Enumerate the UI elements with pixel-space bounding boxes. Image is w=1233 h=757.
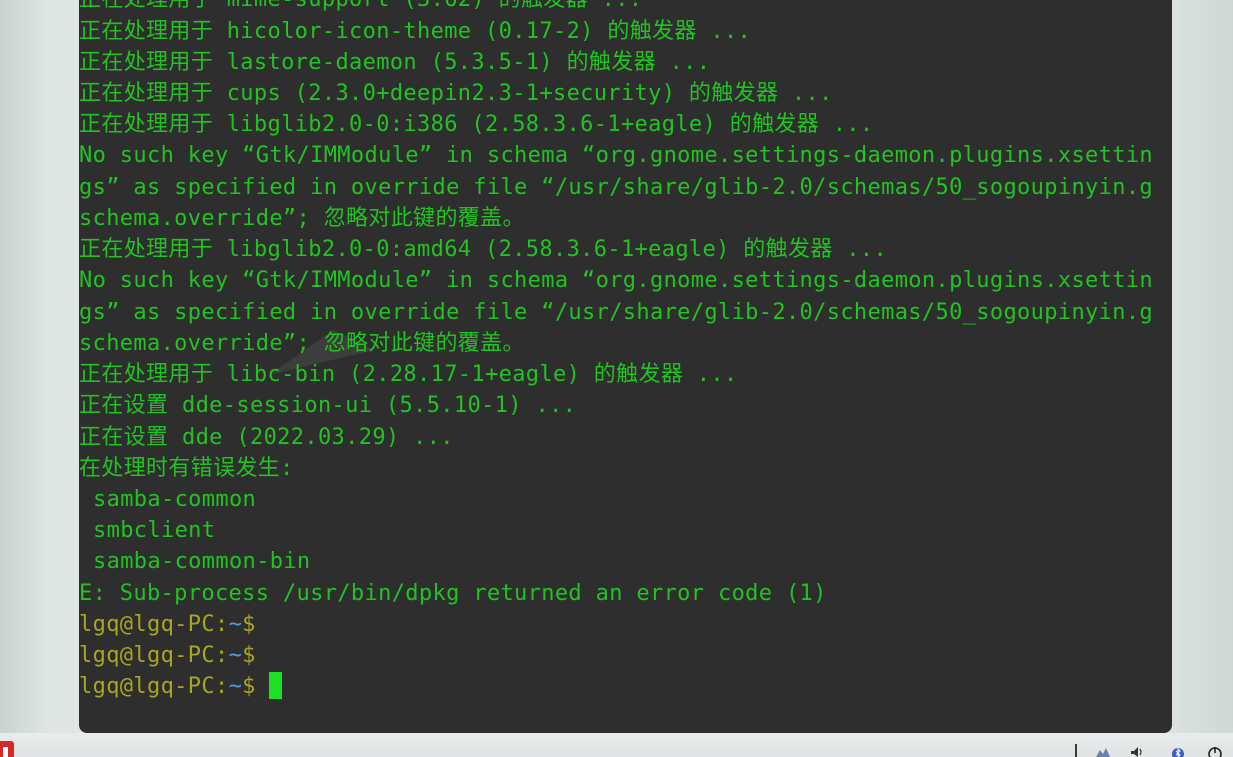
prompt-path: ~: [228, 612, 243, 637]
prompt-colon: :: [214, 612, 229, 637]
error-header-line: 在处理时有错误发生:: [79, 456, 294, 481]
taskbar: [0, 733, 1233, 757]
output-line: 正在处理用于 libglib2.0-0:i386 (2.58.3.6-1+eag…: [79, 112, 874, 137]
output-line: gs” as specified in override file “/usr/…: [79, 175, 1154, 200]
prompt-line: lgq@lgq-PC:~$: [79, 609, 256, 640]
output-line: 正在设置 dde (2022.03.29) ...: [79, 425, 454, 450]
output-line: 正在处理用于 libglib2.0-0:amd64 (2.58.3.6-1+ea…: [79, 237, 888, 262]
error-package-line: samba-common-bin: [93, 549, 311, 574]
prompt-colon: :: [214, 674, 229, 699]
tray-separator: [1075, 744, 1077, 757]
output-line: schema.override”; 忽略对此键的覆盖。: [79, 331, 525, 356]
prompt-user-host: lgq@lgq-PC: [79, 643, 215, 668]
prompt-colon: :: [214, 643, 229, 668]
output-line: schema.override”; 忽略对此键的覆盖。: [79, 206, 525, 231]
prompt-path: ~: [228, 643, 243, 668]
prompt-user-host: lgq@lgq-PC: [79, 674, 215, 699]
error-code-line: E: Sub-process /usr/bin/dpkg returned an…: [79, 581, 827, 606]
output-line: 正在设置 dde-session-ui (5.5.10-1) ...: [79, 393, 577, 418]
prompt-symbol: $: [242, 643, 256, 668]
output-line: 正在处理用于 cups (2.3.0+deepin2.3-1+security)…: [79, 81, 833, 106]
output-line: 正在处理用于 hicolor-icon-theme (0.17-2) 的触发器 …: [79, 19, 752, 44]
output-line: No such key “Gtk/IMModule” in schema “or…: [79, 268, 1154, 293]
prompt-path: ~: [228, 674, 243, 699]
volume-icon[interactable]: [1129, 746, 1145, 757]
error-package-line: smbclient: [93, 518, 216, 543]
active-prompt-line[interactable]: lgq@lgq-PC:~$: [79, 671, 282, 702]
output-line: 正在处理用于 lastore-daemon (5.3.5-1) 的触发器 ...: [79, 50, 711, 75]
bluetooth-icon[interactable]: [1170, 746, 1186, 757]
error-package-line: samba-common: [93, 487, 257, 512]
terminal-window[interactable]: 正在处理用于 mime-support (3.62) 的触发器 ... 正在处理…: [79, 0, 1172, 733]
output-line: No such key “Gtk/IMModule” in schema “or…: [79, 143, 1154, 168]
power-icon[interactable]: [1207, 746, 1223, 757]
output-line: 正在处理用于 mime-support (3.62) 的触发器 ...: [79, 0, 642, 15]
output-line: 正在处理用于 libc-bin (2.28.17-1+eagle) 的触发器 .…: [79, 362, 738, 387]
prompt-user-host: lgq@lgq-PC: [79, 612, 215, 637]
app-icon[interactable]: [0, 741, 14, 757]
prompt-line: lgq@lgq-PC:~$: [79, 640, 256, 671]
prompt-symbol: $: [242, 612, 256, 637]
prompt-symbol: $: [242, 674, 256, 699]
network-icon[interactable]: [1095, 746, 1111, 757]
output-line: gs” as specified in override file “/usr/…: [79, 300, 1154, 325]
text-cursor[interactable]: [268, 672, 282, 699]
